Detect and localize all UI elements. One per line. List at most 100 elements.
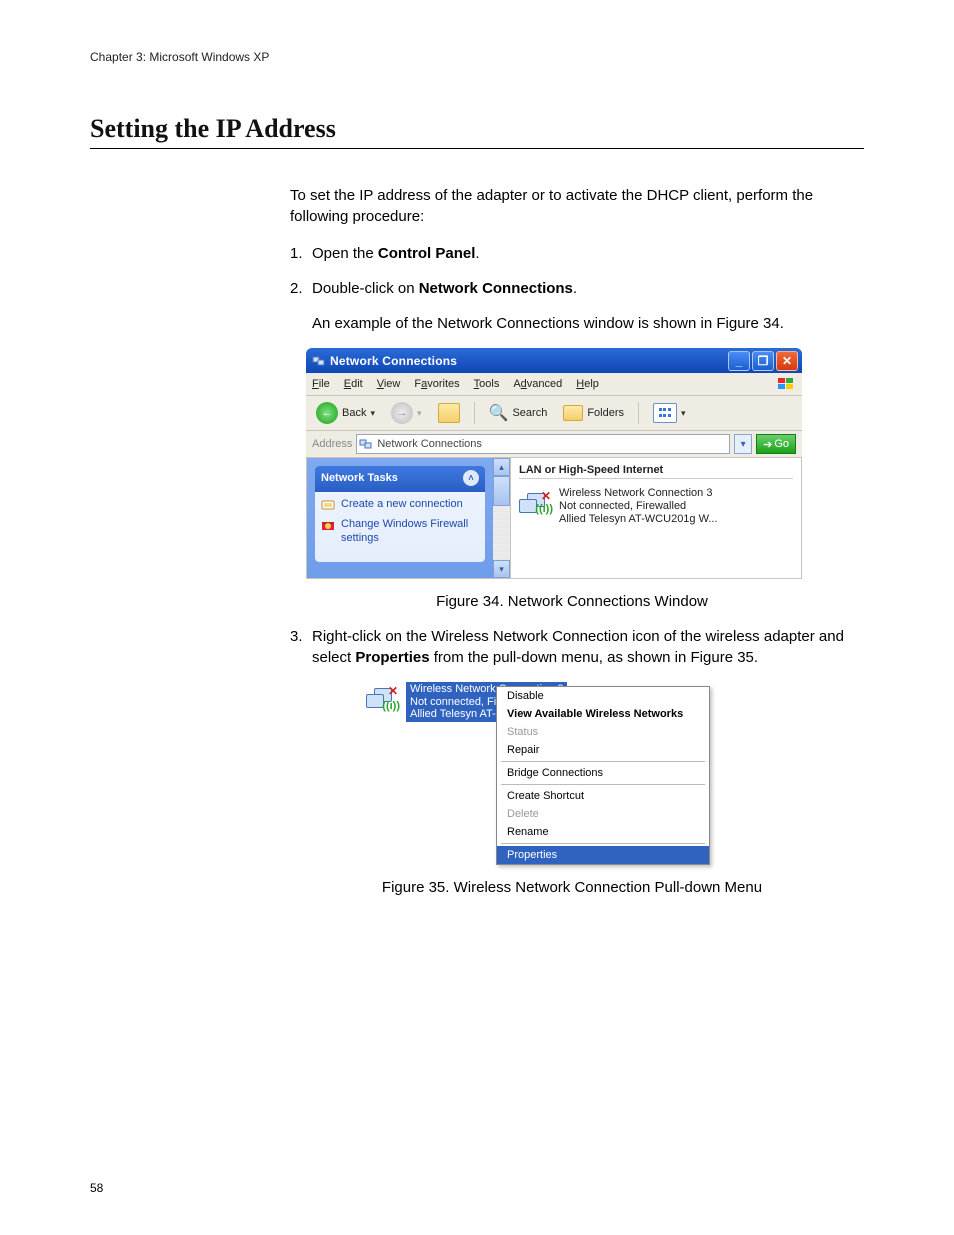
scroll-track[interactable] [493,506,510,560]
menubar: File Edit View Favorites Tools Advanced … [306,373,802,396]
disconnected-x-icon: ✕ [388,684,398,698]
menu-delete: Delete [497,805,709,823]
folders-button[interactable]: Folders [559,403,628,423]
close-button[interactable]: ✕ [776,351,798,371]
scroll-down-icon[interactable]: ▾ [493,560,510,578]
intro-paragraph: To set the IP address of the adapter or … [290,185,854,227]
dropdown-icon: ▾ [370,408,375,419]
menu-separator [501,761,705,762]
step-2-text-c: . [573,280,577,297]
menu-shortcut[interactable]: Create Shortcut [497,787,709,805]
task-create-connection[interactable]: Create a new connection [321,498,479,512]
maximize-button[interactable]: ❐ [752,351,774,371]
separator [638,402,639,424]
figure-35-caption: Figure 35. Wireless Network Connection P… [290,879,854,896]
step-2-subtext: An example of the Network Connections wi… [312,313,854,334]
side-tasks-pane: Network Tasks ˄ Create a new connection … [307,458,493,578]
menu-view-networks[interactable]: View Available Wireless Networks [497,705,709,723]
section-title: Setting the IP Address [90,114,864,149]
address-label: Address [312,438,352,450]
collapse-icon: ˄ [463,470,479,486]
disconnected-x-icon: ✕ [541,489,551,503]
menu-help[interactable]: Help [576,378,599,390]
step-2-text-a: Double-click on [312,280,419,297]
menu-properties[interactable]: Properties [497,846,709,864]
step-1-text-a: Open the [312,245,378,262]
forward-button[interactable]: → ▾ [387,400,426,426]
forward-icon: → [391,402,413,424]
views-button[interactable]: ▾ [649,401,690,425]
menu-file[interactable]: File [312,378,330,390]
titlebar: Network Connections _ ❐ ✕ [306,348,802,373]
new-connection-icon [321,498,335,512]
up-dir-icon [438,403,460,423]
wireless-signal-icon: ((ı)) [382,700,400,712]
step-2-number: 2. [290,278,312,299]
figure-35-menu: ✕ ((ı)) Wireless Network Connection 3 No… [366,682,726,865]
scroll-up-icon[interactable]: ▴ [493,458,510,476]
address-dropdown[interactable]: ▾ [734,434,752,454]
connection-status: Not connected, Firewalled [559,500,718,513]
step-1: 1. Open the Control Panel. [290,243,854,264]
wireless-connection-icon: ✕ ((ı)) [366,682,400,712]
scroll-thumb[interactable] [493,476,510,506]
search-button[interactable]: 🔍 Search [485,401,552,425]
step-2-bold: Network Connections [419,280,573,297]
views-icon [653,403,677,423]
firewall-icon [321,518,335,532]
step-1-number: 1. [290,243,312,264]
address-value: Network Connections [377,438,482,450]
step-2: 2. Double-click on Network Connections. [290,278,854,299]
menu-separator [501,784,705,785]
folders-label: Folders [587,407,624,419]
menu-status: Status [497,723,709,741]
menu-repair[interactable]: Repair [497,741,709,759]
go-arrow-icon: ➔ [763,438,772,451]
go-label: Go [774,438,789,450]
up-button[interactable] [434,401,464,425]
menu-separator [501,843,705,844]
task-create-connection-label: Create a new connection [341,498,463,512]
back-button[interactable]: ← Back ▾ [312,400,379,426]
address-input[interactable]: Network Connections [356,434,730,454]
menu-rename[interactable]: Rename [497,823,709,841]
menu-view[interactable]: View [377,378,401,390]
minimize-button[interactable]: _ [728,351,750,371]
back-icon: ← [316,402,338,424]
menu-favorites[interactable]: Favorites [414,378,459,390]
menu-tools[interactable]: Tools [474,378,500,390]
menu-edit[interactable]: Edit [344,378,363,390]
step-1-text-c: . [475,245,479,262]
menu-advanced[interactable]: Advanced [513,378,562,390]
figure-34-window: Network Connections _ ❐ ✕ File Edit View… [306,348,802,579]
step-3: 3. Right-click on the Wireless Network C… [290,626,854,668]
dropdown-icon: ▾ [681,408,686,419]
step-3-number: 3. [290,626,312,668]
go-button[interactable]: ➔ Go [756,434,796,454]
step-3-bold: Properties [355,649,429,666]
window-title: Network Connections [330,354,457,368]
figure-34-caption: Figure 34. Network Connections Window [290,593,854,610]
wireless-signal-icon: ((ı)) [535,503,553,515]
group-header: LAN or High-Speed Internet [519,464,793,479]
menu-disable[interactable]: Disable [497,687,709,705]
step-3-text-c: from the pull-down menu, as shown in Fig… [430,649,759,666]
menu-bridge[interactable]: Bridge Connections [497,764,709,782]
connection-item[interactable]: ✕ ((ı)) Wireless Network Connection 3 No… [519,487,793,527]
network-tasks-card: Network Tasks ˄ Create a new connection … [315,466,485,562]
toolbar: ← Back ▾ → ▾ 🔍 Search Fold [306,396,802,431]
folders-icon [563,405,583,421]
address-bar: Address Network Connections ▾ ➔ Go [306,431,802,458]
task-firewall-settings[interactable]: Change Windows Firewall settings [321,518,479,546]
tasks-header-label: Network Tasks [321,472,398,484]
dropdown-icon: ▾ [417,408,422,419]
search-label: Search [512,407,547,419]
sidebar-scrollbar[interactable]: ▴ ▾ [493,458,511,578]
app-icon [312,354,326,368]
tasks-header[interactable]: Network Tasks ˄ [315,466,485,492]
search-icon: 🔍 [489,403,509,423]
page-number: 58 [90,1181,103,1195]
step-1-bold: Control Panel [378,245,476,262]
windows-logo-icon [776,376,796,392]
context-menu: Disable View Available Wireless Networks… [496,686,710,865]
